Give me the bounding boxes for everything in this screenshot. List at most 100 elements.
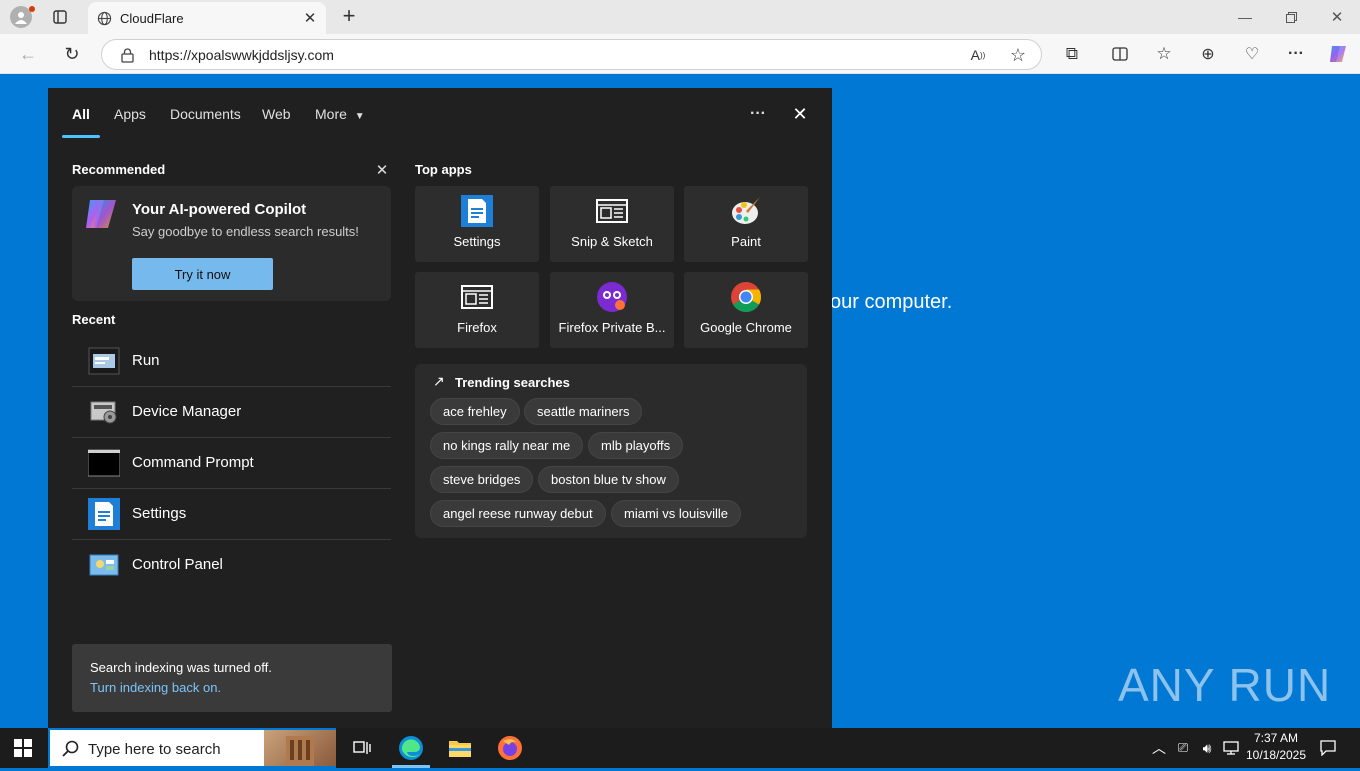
dismiss-recommended-icon[interactable]: ✕ [372,160,392,180]
recent-item-label: Settings [132,505,187,522]
recent-item-label: Run [132,352,160,369]
top-app-firefox-private[interactable]: Firefox Private B... [550,272,674,348]
back-icon[interactable]: ← [16,42,40,66]
browser-tab[interactable]: CloudFlare ✕ [88,2,326,34]
copilot-icon[interactable] [1326,42,1350,66]
trending-chip[interactable]: mlb playoffs [588,432,684,459]
read-aloud-icon[interactable]: A)) [968,45,988,65]
top-app-firefox[interactable]: Firefox [415,272,539,348]
trending-chip[interactable]: boston blue tv show [538,466,679,493]
firefox-icon [461,281,493,313]
trending-arrow-icon: ↗ [433,373,445,389]
search-icon [60,738,80,758]
trending-searches-card: ↗ Trending searches ace frehley seattle … [415,364,807,538]
trending-title: Trending searches [455,375,570,390]
windows-search-panel: All Apps Documents Web More ▼ ··· ✕ Reco… [48,88,832,728]
recent-item-device-manager[interactable]: Device Manager [72,387,391,438]
globe-icon [96,10,112,26]
taskbar-search-box[interactable]: Type here to search [48,728,336,768]
recent-item-label: Command Prompt [132,454,254,471]
try-it-now-button[interactable]: Try it now [132,258,273,290]
control-panel-icon [88,549,120,581]
show-hidden-icons[interactable]: ︿ [1150,738,1168,758]
notification-dot [29,6,35,12]
restore-icon[interactable] [1280,6,1302,28]
more-options-icon[interactable]: ··· [746,102,770,126]
anyrun-watermark: ANY RUN [1118,658,1331,712]
firefox-private-icon [596,281,628,313]
taskbar: Type here to search ︿ ⎚ 🔊︎ 7:37 AM 10/18… [0,728,1360,768]
browser-tab-bar: CloudFlare ✕ + — ✕ [0,0,1360,34]
top-apps-title: Top apps [415,162,472,177]
trending-chip[interactable]: miami vs louisville [611,500,742,527]
more-options-icon[interactable]: ··· [1284,42,1308,66]
snip-sketch-icon [596,195,628,227]
command-prompt-icon [87,447,121,479]
trending-chip[interactable]: no kings rally near me [430,432,584,459]
recent-item-command-prompt[interactable]: Command Prompt [72,438,391,489]
tab-actions-icon[interactable] [50,7,70,27]
turn-indexing-on-link[interactable]: Turn indexing back on. [90,680,221,695]
device-manager-icon [88,396,120,428]
recent-item-control-panel[interactable]: Control Panel [72,540,391,591]
windows-start-icon[interactable] [10,736,36,760]
top-app-label: Firefox [457,320,497,335]
tab-web[interactable]: Web [262,106,291,122]
recent-item-run[interactable]: Run [72,336,391,387]
clock-time[interactable]: 7:37 AM [1246,731,1306,745]
copilot-card-title: Your AI-powered Copilot [132,201,307,218]
trending-chip[interactable]: seattle mariners [524,398,643,425]
paint-icon [730,195,762,227]
firefox-taskbar-icon[interactable] [496,734,524,762]
indexing-notice: Search indexing was turned off. Turn ind… [72,644,392,712]
split-screen-icon[interactable] [1108,42,1132,66]
trending-chip[interactable]: ace frehley [430,398,520,425]
search-highlight-image [264,730,336,766]
tab-more-label: More [315,106,347,122]
notifications-icon[interactable] [1318,738,1338,758]
top-app-snip-sketch[interactable]: Snip & Sketch [550,186,674,262]
close-panel-icon[interactable]: ✕ [788,102,812,126]
search-placeholder: Type here to search [88,741,221,758]
favorites-icon[interactable]: ☆ [1152,42,1176,66]
volume-icon[interactable]: 🔊︎ [1197,738,1217,758]
address-field[interactable]: https://xpoalswwkjddsljsy.com A)) ☆ [101,39,1042,70]
extensions-icon[interactable]: ⧉ [1060,42,1084,66]
clock-date[interactable]: 10/18/2025 [1244,748,1308,762]
settings-icon [88,498,120,530]
trending-chip[interactable]: steve bridges [430,466,534,493]
caret-down-icon: ▼ [354,111,365,122]
task-view-icon[interactable] [350,736,374,760]
lock-icon[interactable] [118,46,136,64]
recent-item-settings[interactable]: Settings [72,489,391,540]
network-icon[interactable] [1221,738,1241,758]
close-window-icon[interactable]: ✕ [1326,6,1348,28]
minimize-icon[interactable]: — [1234,6,1256,28]
top-app-google-chrome[interactable]: Google Chrome [684,272,808,348]
trending-chip[interactable]: angel reese runway debut [430,500,606,527]
file-explorer-icon[interactable] [446,734,474,762]
tab-apps[interactable]: Apps [114,106,146,122]
recent-item-label: Control Panel [132,556,223,573]
indexing-message: Search indexing was turned off. [90,660,272,675]
page-message: our computer. [830,291,953,313]
top-app-settings[interactable]: Settings [415,186,539,262]
collections-icon[interactable]: ⊕ [1196,42,1220,66]
browser-essentials-icon[interactable]: ♡ [1240,42,1264,66]
tab-documents[interactable]: Documents [170,106,241,122]
tab-all[interactable]: All [72,106,90,122]
refresh-icon[interactable]: ↻ [60,42,84,66]
copilot-card: Your AI-powered Copilot Say goodbye to e… [72,186,391,301]
recommended-title: Recommended [72,162,166,177]
settings-icon [461,195,493,227]
meet-now-icon[interactable]: ⎚ [1174,738,1192,758]
top-app-paint[interactable]: Paint [684,186,808,262]
active-tab-indicator [62,135,100,138]
favorite-star-icon[interactable]: ☆ [1008,45,1028,65]
tab-close-icon[interactable]: ✕ [302,10,318,27]
edge-icon[interactable] [397,734,425,762]
tab-more[interactable]: More ▼ [315,106,365,122]
top-app-label: Firefox Private B... [558,320,666,335]
copilot-card-subtitle: Say goodbye to endless search results! [132,224,359,239]
new-tab-icon[interactable]: + [338,3,360,28]
